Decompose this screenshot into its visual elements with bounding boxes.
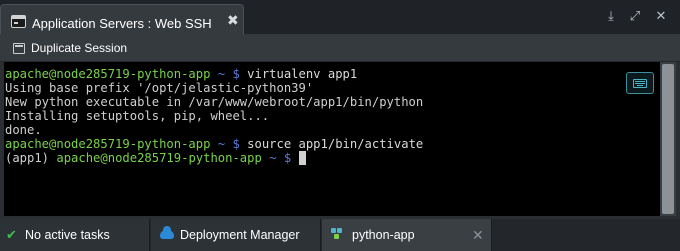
terminal-line: Using base prefix '/opt/jelastic-python3… [5, 81, 314, 95]
tab-label: Deployment Manager [180, 228, 300, 242]
close-icon[interactable]: ✕ [654, 9, 668, 23]
tab-title: Application Servers : Web SSH [32, 16, 212, 31]
duplicate-session-label: Duplicate Session [31, 41, 128, 55]
nodes-icon [331, 228, 347, 242]
download-icon[interactable]: ⤓ [604, 9, 618, 23]
tab-close-icon[interactable]: ✖ [227, 12, 239, 29]
terminal-line: (app1) apache@node285719-python-app ~ $ [5, 151, 306, 165]
keyboard-icon [633, 79, 647, 88]
terminal-line: New python executable in /var/www/webroo… [5, 95, 424, 109]
window-tab-bar: Application Servers : Web SSH ✖ ⤓ ⤢ ✕ [0, 0, 680, 34]
keyboard-button[interactable] [626, 72, 654, 94]
terminal-line: apache@node285719-python-app ~ $ source … [5, 137, 424, 151]
scrollbar-thumb[interactable] [662, 64, 674, 214]
terminal-output[interactable]: apache@node285719-python-app ~ $ virtual… [4, 62, 660, 216]
tab-label: No active tasks [25, 228, 110, 242]
terminal-icon [11, 15, 26, 28]
tab-deployment-manager[interactable]: Deployment Manager [151, 219, 321, 251]
terminal-line: done. [5, 123, 42, 137]
tab-web-ssh[interactable]: Application Servers : Web SSH ✖ [0, 4, 244, 34]
tab-python-app[interactable]: python-app ✕ [322, 219, 492, 251]
terminal-line: apache@node285719-python-app ~ $ virtual… [5, 67, 358, 81]
tab-active-tasks[interactable]: ✔ No active tasks [0, 219, 150, 251]
terminal-cursor [298, 151, 306, 165]
expand-icon[interactable]: ⤢ [628, 9, 642, 23]
duplicate-icon [13, 43, 25, 54]
terminal-line: Installing setuptools, pip, wheel... [5, 109, 270, 123]
tab-label: python-app [352, 228, 415, 242]
close-icon[interactable]: ✕ [472, 227, 484, 244]
check-icon: ✔ [6, 227, 17, 242]
cloud-icon [160, 226, 174, 239]
bottom-task-bar: ✔ No active tasks Deployment Manager pyt… [0, 219, 680, 251]
